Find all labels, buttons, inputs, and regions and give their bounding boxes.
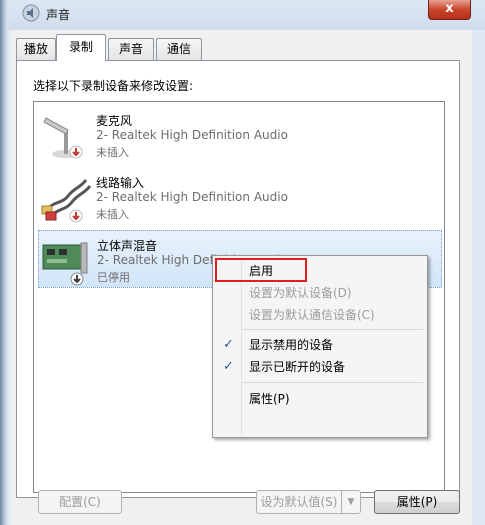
checkmark-icon: ✓: [223, 359, 234, 374]
configure-button[interactable]: 配置(C): [38, 490, 122, 514]
line-in-cable-icon: [41, 179, 92, 223]
menu-item-properties[interactable]: 属性(P): [215, 388, 425, 410]
device-name: 麦克风: [96, 114, 133, 128]
device-name: 线路输入: [96, 176, 145, 190]
device-description: 2- Realtek High Definition Audio: [96, 128, 288, 142]
sound-card-icon: [42, 242, 88, 286]
set-default-button[interactable]: 设为默认值(S): [256, 490, 342, 514]
menu-item-set-default-comm-device[interactable]: 设置为默认通信设备(C): [215, 304, 425, 326]
device-item-microphone[interactable]: 麦克风 2- Realtek High Definition Audio 未插入: [38, 106, 442, 164]
device-status: 未插入: [96, 208, 129, 221]
checkmark-icon: ✓: [223, 337, 234, 352]
device-status: 已停用: [97, 271, 130, 284]
background-window-edge: [0, 0, 8, 525]
sound-dialog: 声音 x 播放 录制 声音 通信 选择以下录制设备来修改设置: 麦克风 2- R…: [0, 0, 485, 525]
context-menu: 启用 设置为默认设备(D) 设置为默认通信设备(C) ✓ 显示禁用的设备 ✓ 显…: [212, 255, 428, 438]
menu-separator: [243, 329, 423, 330]
menu-item-show-disconnected[interactable]: ✓ 显示已断开的设备: [215, 356, 425, 378]
menu-item-label: 显示禁用的设备: [249, 338, 334, 352]
properties-button[interactable]: 属性(P): [374, 490, 460, 514]
title-bar[interactable]: 声音 x: [8, 0, 485, 30]
menu-item-enable[interactable]: 启用: [215, 260, 425, 282]
set-default-dropdown-button[interactable]: ▼: [341, 490, 361, 514]
tab-playback[interactable]: 播放: [16, 38, 56, 60]
menu-item-show-disabled[interactable]: ✓ 显示禁用的设备: [215, 334, 425, 356]
close-icon: x: [445, 1, 454, 16]
microphone-icon: [43, 117, 83, 159]
menu-item-label: 属性(P): [249, 392, 290, 406]
menu-item-label: 启用: [249, 264, 274, 278]
close-button[interactable]: x: [428, 0, 471, 20]
menu-item-label: 设置为默认通信设备(C): [249, 308, 375, 322]
menu-item-label: 设置为默认设备(D): [249, 286, 352, 300]
device-description: 2- Realtek High Definition Audio: [96, 190, 288, 204]
menu-separator: [243, 382, 423, 383]
tab-sounds[interactable]: 声音: [108, 38, 154, 60]
device-status: 未插入: [96, 146, 129, 159]
tab-recording[interactable]: 录制: [56, 34, 106, 61]
window-title: 声音: [46, 8, 71, 22]
menu-item-label: 显示已断开的设备: [249, 360, 346, 374]
device-name: 立体声混音: [97, 239, 158, 253]
speaker-icon: [22, 4, 40, 22]
device-item-line-in[interactable]: 线路输入 2- Realtek High Definition Audio 未插…: [38, 168, 442, 226]
menu-item-set-default-device[interactable]: 设置为默认设备(D): [215, 282, 425, 304]
tab-communications[interactable]: 通信: [156, 38, 202, 60]
chevron-down-icon: ▼: [347, 497, 355, 507]
instruction-text: 选择以下录制设备来修改设置:: [33, 79, 194, 93]
